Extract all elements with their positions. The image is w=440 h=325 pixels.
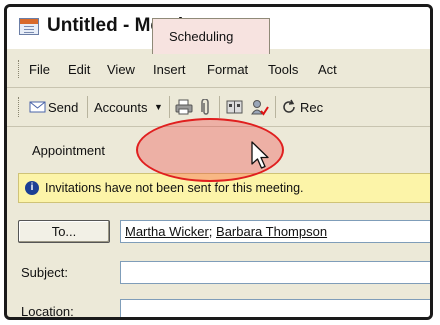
mouse-pointer-icon <box>250 140 272 175</box>
toolbar-separator <box>219 96 220 118</box>
tab-scheduling-label: Scheduling <box>169 29 234 44</box>
subject-input[interactable] <box>120 261 430 284</box>
location-input[interactable] <box>120 299 430 317</box>
send-envelope-icon[interactable] <box>29 99 46 115</box>
attach-paperclip-icon[interactable] <box>200 98 216 115</box>
location-label: Location: <box>21 304 74 319</box>
menu-format[interactable]: Format <box>207 62 248 77</box>
info-message: Invitations have not been sent for this … <box>45 181 304 195</box>
to-field[interactable]: Martha Wicker; Barbara Thompson <box>120 220 430 243</box>
recipient-separator: ; <box>208 224 217 239</box>
menu-view[interactable]: View <box>107 62 135 77</box>
to-button-label: To... <box>51 224 77 239</box>
info-icon: i <box>25 181 39 195</box>
send-button[interactable]: Send <box>48 100 78 115</box>
recurrence-button[interactable]: Rec <box>300 100 323 115</box>
check-names-icon[interactable] <box>250 99 269 116</box>
menu-grip-handle[interactable] <box>18 60 22 78</box>
recipient-2[interactable]: Barbara Thompson <box>216 224 327 239</box>
accounts-button[interactable]: Accounts <box>94 100 147 115</box>
to-button[interactable]: To... <box>18 220 110 243</box>
menu-actions[interactable]: Act <box>318 62 337 77</box>
toolbar-separator <box>87 96 88 118</box>
menu-insert[interactable]: Insert <box>153 62 186 77</box>
menu-edit[interactable]: Edit <box>68 62 90 77</box>
to-recipients: Martha Wicker; Barbara Thompson <box>125 224 327 239</box>
menu-file[interactable]: File <box>29 62 50 77</box>
menu-tools[interactable]: Tools <box>268 62 298 77</box>
print-icon[interactable] <box>175 99 193 115</box>
toolbar-separator <box>169 96 170 118</box>
meeting-app-icon <box>19 18 39 35</box>
recipient-1[interactable]: Martha Wicker <box>125 224 209 239</box>
toolbar-grip-handle[interactable] <box>18 97 22 117</box>
tab-appointment[interactable]: Appointment <box>32 143 105 158</box>
menu-bar: File Edit View Insert Format Tools Act <box>7 51 430 88</box>
toolbar-separator <box>275 96 276 118</box>
address-book-icon[interactable] <box>226 99 243 115</box>
accounts-dropdown-icon[interactable]: ▼ <box>154 102 163 112</box>
subject-label: Subject: <box>21 265 68 280</box>
recurrence-icon[interactable] <box>281 99 297 115</box>
